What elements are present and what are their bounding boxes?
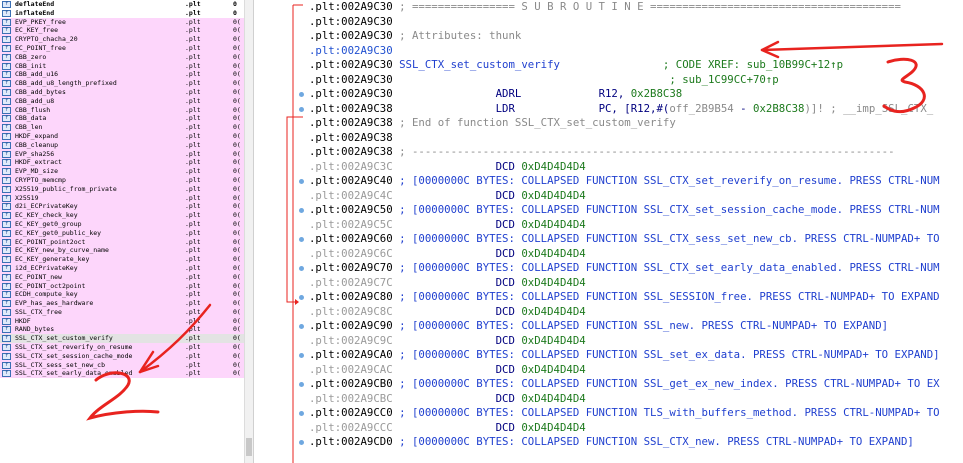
annotation-arrow-left bbox=[138, 303, 212, 374]
annotation-arrowhead-left bbox=[138, 350, 160, 374]
annotation-numeral-2 bbox=[86, 371, 160, 421]
annotation-arrow-right bbox=[760, 42, 944, 52]
annotation-layer bbox=[86, 40, 944, 421]
annotation-numeral-3 bbox=[882, 57, 926, 114]
